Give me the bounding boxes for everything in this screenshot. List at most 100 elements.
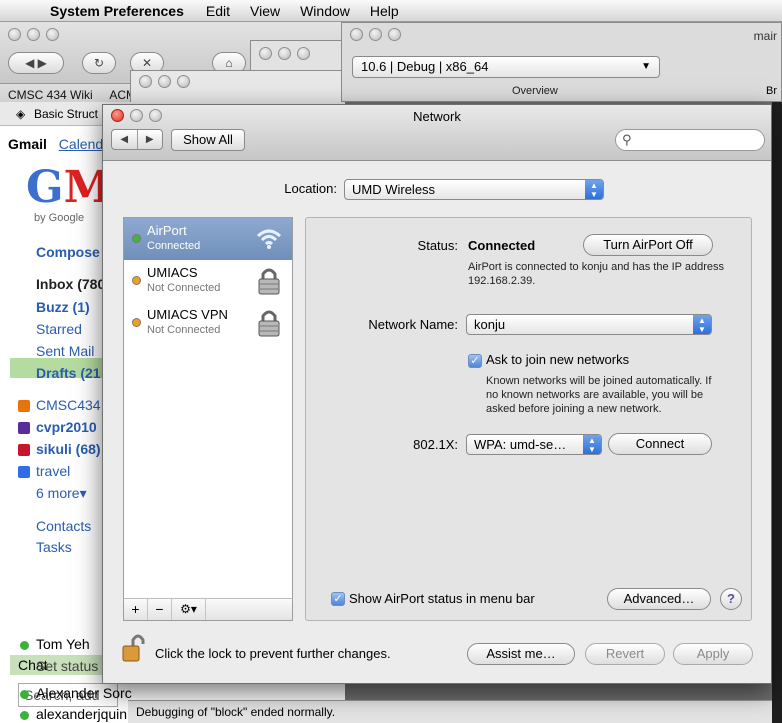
tab-calendar[interactable]: Calend: [59, 136, 103, 152]
chevron-down-icon: ▼: [641, 61, 651, 72]
chat-contact[interactable]: alexanderjquinr: [36, 706, 132, 722]
compose-link[interactable]: Compose: [36, 244, 100, 260]
popup-arrows-icon: ▲ ▼: [583, 435, 601, 454]
set-status-link[interactable]: Set status: [36, 658, 98, 674]
menu-app-name[interactable]: System Preferences: [40, 3, 196, 19]
drafts-link[interactable]: Drafts (21: [36, 365, 101, 381]
back-forward-control[interactable]: ◀ ▶: [111, 129, 163, 150]
online-status-icon: [20, 690, 29, 699]
service-airport[interactable]: AirPort Connected: [124, 218, 292, 260]
back-forward-button[interactable]: ◀ ▶: [8, 52, 64, 74]
menu-view[interactable]: View: [240, 3, 290, 19]
revert-button[interactable]: Revert: [585, 643, 665, 665]
sent-link[interactable]: Sent Mail: [36, 343, 94, 359]
xcode-window: mair 10.6 | Debug | x86_64 ▼ Overview Br: [341, 22, 782, 102]
zoom-icon[interactable]: [177, 75, 190, 88]
service-name: UMIACS VPN: [147, 307, 228, 322]
service-list-toolbar: + − ⚙▾: [123, 598, 293, 621]
search-input[interactable]: ⚲: [615, 129, 765, 151]
gmail-logo: GM: [26, 162, 113, 213]
xcode-file-title: mair: [753, 29, 777, 43]
location-popup[interactable]: UMD Wireless ▲ ▼: [344, 179, 604, 200]
contacts-link[interactable]: Contacts: [36, 518, 91, 534]
xcode-status-bar: Debugging of "block" ended normally.: [128, 700, 772, 723]
menu-window[interactable]: Window: [290, 3, 360, 19]
network-name-popup[interactable]: konju ▲ ▼: [466, 314, 712, 335]
network-window: Network ◀ ▶ Show All ⚲ Location: UMD Wir…: [102, 104, 772, 684]
show-status-label: Show AirPort status in menu bar: [349, 591, 535, 606]
debug-status-text: Debugging of "block" ended normally.: [136, 705, 336, 719]
forward-icon[interactable]: ▶: [136, 130, 163, 149]
minimize-icon[interactable]: [369, 28, 382, 41]
label-travel[interactable]: travel: [36, 463, 70, 479]
back-icon[interactable]: ◀: [112, 130, 137, 149]
zoom-icon[interactable]: [46, 28, 59, 41]
label-cvpr2010[interactable]: cvpr2010: [36, 419, 97, 435]
popup-arrows-icon: ▲ ▼: [693, 315, 711, 334]
minimize-icon[interactable]: [278, 47, 291, 60]
close-icon[interactable]: [8, 28, 21, 41]
label-cmsc434[interactable]: CMSC434: [36, 397, 101, 413]
detail-pane: Status: Connected Turn AirPort Off AirPo…: [305, 217, 752, 621]
scheme-value: 10.6 | Debug | x86_64: [361, 59, 489, 74]
dot1x-popup[interactable]: WPA: umd-se… ▲ ▼: [466, 434, 602, 455]
minimize-icon[interactable]: [27, 28, 40, 41]
xcode-window-controls: [350, 28, 401, 41]
remove-service-button[interactable]: −: [148, 599, 172, 620]
assist-me-button[interactable]: Assist me…: [467, 643, 575, 665]
scheme-popup[interactable]: 10.6 | Debug | x86_64 ▼: [352, 56, 660, 78]
status-value: Connected: [468, 238, 536, 253]
zoom-icon[interactable]: [297, 47, 310, 60]
show-all-button[interactable]: Show All: [171, 129, 245, 151]
close-icon[interactable]: [259, 47, 272, 60]
close-icon[interactable]: [350, 28, 363, 41]
popup-arrows-icon: ▲ ▼: [585, 180, 603, 199]
gear-icon[interactable]: ⚙▾: [172, 599, 206, 620]
service-list: AirPort Connected UMIACS Not Connected U…: [123, 217, 293, 621]
tab-gmail[interactable]: Gmail: [8, 136, 47, 152]
tasks-link[interactable]: Tasks: [36, 539, 72, 555]
location-label: Location:: [284, 181, 337, 196]
by-google-text: by Google: [34, 212, 85, 224]
browser-tab-title[interactable]: Basic Struct: [34, 107, 98, 121]
more-labels-link[interactable]: 6 more▾: [36, 485, 87, 502]
chat-contact[interactable]: Alexander Sorc: [36, 685, 132, 701]
window-title: Network: [413, 109, 461, 124]
connect-button[interactable]: Connect: [608, 433, 712, 455]
zoom-icon[interactable]: [388, 28, 401, 41]
service-status: Connected: [147, 240, 201, 252]
turn-airport-off-button[interactable]: Turn AirPort Off: [583, 234, 713, 256]
reload-icon[interactable]: ↻: [82, 52, 116, 74]
chat-me-name: Tom Yeh: [36, 636, 90, 652]
lock-text: Click the lock to prevent further change…: [155, 646, 391, 661]
ask-join-checkbox[interactable]: ✓: [468, 354, 482, 368]
close-icon[interactable]: [139, 75, 152, 88]
window-controls: [139, 75, 190, 88]
ask-join-label: Ask to join new networks: [486, 352, 630, 367]
menu-bar: System Preferences Edit View Window Help: [0, 0, 782, 22]
advanced-button[interactable]: Advanced…: [607, 588, 711, 610]
label-sikuli[interactable]: sikuli (68): [36, 441, 101, 457]
add-service-button[interactable]: +: [124, 599, 148, 620]
status-description: AirPort is connected to konju and has th…: [468, 261, 725, 287]
lock-icon[interactable]: [121, 633, 145, 663]
starred-link[interactable]: Starred: [36, 321, 82, 337]
bookmark-cmsc434[interactable]: CMSC 434 Wiki: [8, 88, 93, 102]
label-color-swatch: [18, 400, 30, 412]
tab-favicon-icon: ◈: [16, 107, 26, 121]
inbox-link[interactable]: Inbox (780: [36, 276, 105, 292]
service-umiacs[interactable]: UMIACS Not Connected: [124, 260, 292, 302]
overview-label: Overview: [512, 85, 558, 97]
lock-icon: [258, 268, 280, 295]
menu-help[interactable]: Help: [360, 3, 409, 19]
apply-button[interactable]: Apply: [673, 643, 753, 665]
minimize-icon[interactable]: [158, 75, 171, 88]
help-button[interactable]: ?: [720, 588, 742, 610]
buzz-link[interactable]: Buzz (1): [36, 299, 90, 315]
menu-edit[interactable]: Edit: [196, 3, 240, 19]
service-umiacs-vpn[interactable]: UMIACS VPN Not Connected: [124, 302, 292, 344]
show-status-checkbox[interactable]: ✓: [331, 592, 345, 606]
dot1x-label: 802.1X:: [413, 437, 458, 452]
label-color-swatch: [18, 444, 30, 456]
service-status: Not Connected: [147, 324, 221, 336]
